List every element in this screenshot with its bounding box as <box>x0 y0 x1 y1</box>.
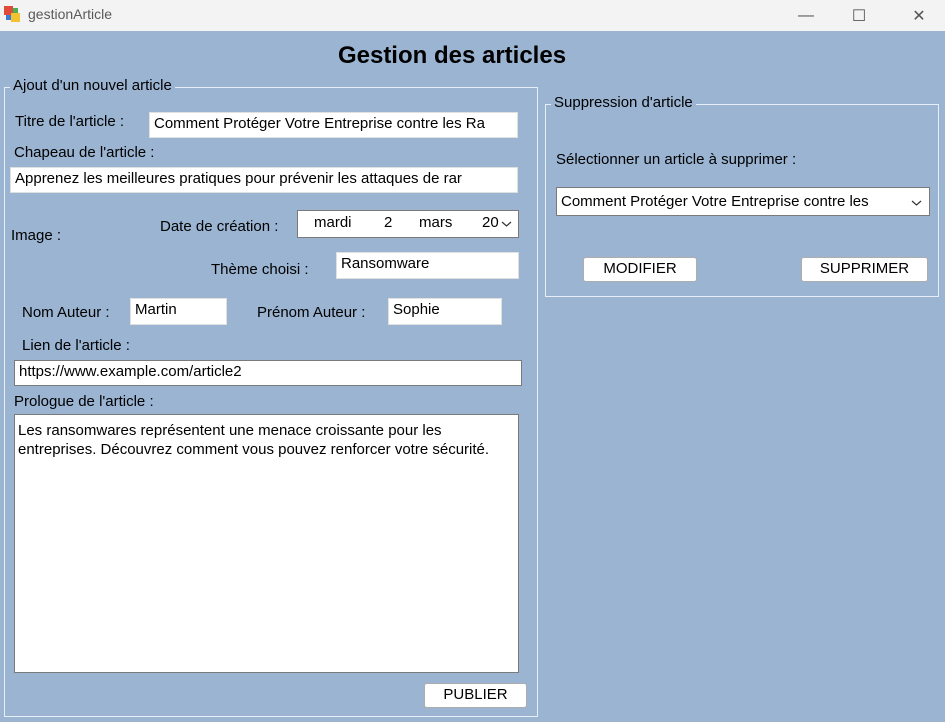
image-label: Image : <box>11 227 62 244</box>
prenom-label: Prénom Auteur : <box>257 304 366 321</box>
date-day: 2 <box>384 214 393 231</box>
window-titlebar: gestionArticle — ☐ ✕ <box>0 0 945 31</box>
prologue-label: Prologue de l'article : <box>14 393 154 410</box>
add-article-legend: Ajout d'un nouvel article <box>10 77 175 94</box>
close-button[interactable]: ✕ <box>896 0 942 31</box>
delete-article-legend: Suppression d'article <box>551 94 696 111</box>
nom-label: Nom Auteur : <box>22 304 110 321</box>
date-picker[interactable]: mardi 2 mars 20 <box>297 210 519 238</box>
page-title: Gestion des articles <box>337 42 567 69</box>
date-month: mars <box>419 214 453 231</box>
date-weekday: mardi <box>314 214 352 231</box>
chevron-down-icon <box>501 221 512 227</box>
maximize-icon: ☐ <box>851 7 867 25</box>
theme-label: Thème choisi : <box>211 261 309 278</box>
titre-input[interactable]: Comment Protéger Votre Entreprise contre… <box>149 112 518 138</box>
app-icon <box>4 6 20 22</box>
lien-input[interactable]: https://www.example.com/article2 <box>14 360 522 386</box>
minimize-button[interactable]: — <box>783 0 829 31</box>
date-year: 20 <box>482 214 499 231</box>
delete-button[interactable]: SUPPRIMER <box>801 257 928 282</box>
window-title: gestionArticle <box>28 6 113 22</box>
article-select-value: Comment Protéger Votre Entreprise contre… <box>561 193 869 210</box>
article-select[interactable]: Comment Protéger Votre Entreprise contre… <box>556 187 930 216</box>
maximize-button[interactable]: ☐ <box>836 0 882 31</box>
prologue-textarea[interactable]: Les ransomwares représentent une menace … <box>14 414 519 673</box>
chevron-down-icon <box>911 200 922 206</box>
chapeau-input[interactable]: Apprenez les meilleures pratiques pour p… <box>10 167 518 193</box>
lien-label: Lien de l'article : <box>22 337 130 354</box>
date-label: Date de création : <box>160 218 279 235</box>
select-article-label: Sélectionner un article à supprimer : <box>556 151 797 168</box>
prenom-input[interactable]: Sophie <box>388 298 502 325</box>
modify-button[interactable]: MODIFIER <box>583 257 697 282</box>
theme-input[interactable]: Ransomware <box>336 252 519 279</box>
close-icon: ✕ <box>912 7 926 25</box>
chapeau-label: Chapeau de l'article : <box>14 144 155 161</box>
titre-label: Titre de l'article : <box>15 113 125 130</box>
minimize-icon: — <box>798 6 814 24</box>
nom-input[interactable]: Martin <box>130 298 227 325</box>
publish-button[interactable]: PUBLIER <box>424 683 527 708</box>
